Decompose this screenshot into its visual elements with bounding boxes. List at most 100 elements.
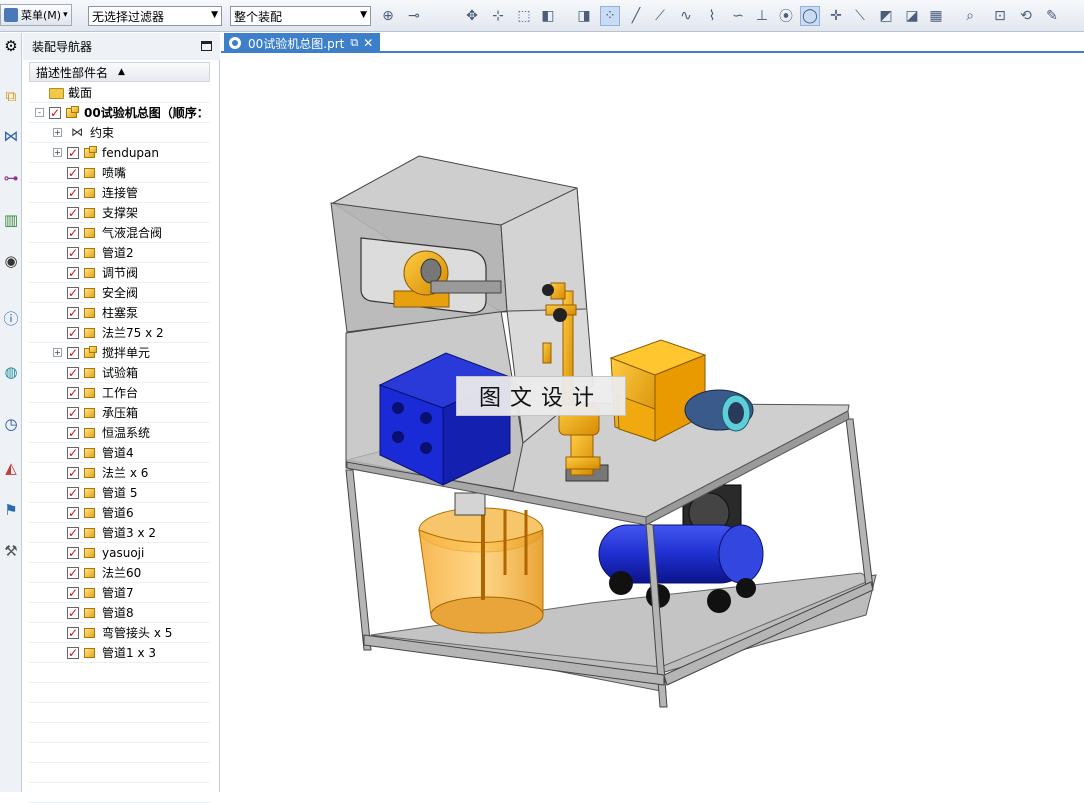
- tree-row[interactable]: ✓ 承压箱: [29, 403, 210, 423]
- web-browser-icon[interactable]: ◍: [0, 359, 22, 385]
- visibility-checkbox[interactable]: ✓: [49, 107, 61, 119]
- visibility-checkbox[interactable]: ✓: [67, 227, 79, 239]
- face-icon[interactable]: ◪: [902, 6, 922, 26]
- tree-row[interactable]: ✓ 管道 5: [29, 483, 210, 503]
- tree-row[interactable]: - ✓ 00试验机总图（顺序：: [29, 103, 210, 123]
- collapse-icon[interactable]: -: [35, 108, 44, 117]
- tree-row[interactable]: ✓ 管道6: [29, 503, 210, 523]
- tree-row[interactable]: ✓ 法兰75 x 2: [29, 323, 210, 343]
- tree-row[interactable]: ✓ 安全阀: [29, 283, 210, 303]
- tree-row[interactable]: + ⋈ 约束: [29, 123, 210, 143]
- visibility-checkbox[interactable]: ✓: [67, 327, 79, 339]
- snap-points-icon[interactable]: ⁘: [600, 6, 620, 26]
- selection-filter-dropdown[interactable]: 无选择过滤器 ▼: [88, 6, 222, 26]
- visibility-checkbox[interactable]: ✓: [67, 567, 79, 579]
- tree-row[interactable]: ✓ yasuoji: [29, 543, 210, 563]
- visibility-checkbox[interactable]: ✓: [67, 287, 79, 299]
- constraint-navigator-icon[interactable]: ⋈: [0, 123, 22, 149]
- visibility-checkbox[interactable]: ✓: [67, 627, 79, 639]
- visibility-checkbox[interactable]: ✓: [67, 507, 79, 519]
- tree-row[interactable]: ✓ 弯管接头 x 5: [29, 623, 210, 643]
- line-angle-icon[interactable]: ⟋: [650, 6, 670, 26]
- tree-row[interactable]: + ✓ fendupan: [29, 143, 210, 163]
- line-icon[interactable]: ╱: [626, 6, 646, 26]
- tree-row[interactable]: ✓ 工作台: [29, 383, 210, 403]
- maximize-icon[interactable]: [201, 41, 212, 51]
- close-icon[interactable]: ✕: [363, 36, 373, 50]
- tree-row[interactable]: ✓ 支撑架: [29, 203, 210, 223]
- part-navigator-icon[interactable]: ⊶: [0, 165, 22, 191]
- pan-icon[interactable]: ✎: [1042, 6, 1062, 26]
- tree-row[interactable]: ✓ 管道8: [29, 603, 210, 623]
- surface-icon[interactable]: ◩: [876, 6, 896, 26]
- visibility-checkbox[interactable]: ✓: [67, 207, 79, 219]
- document-tab[interactable]: 00试验机总图.prt ⧉ ✕: [224, 33, 380, 53]
- view-manager-icon[interactable]: ◉: [0, 248, 22, 274]
- tree-row[interactable]: ✓ 管道2: [29, 243, 210, 263]
- visibility-checkbox[interactable]: ✓: [67, 147, 79, 159]
- rotate-icon[interactable]: ⟲: [1016, 6, 1036, 26]
- snap-icon[interactable]: ⊹: [488, 6, 508, 26]
- tree-row[interactable]: ✓ 恒温系统: [29, 423, 210, 443]
- menu-button[interactable]: 菜单(M) ▾: [0, 4, 72, 26]
- move-icon[interactable]: ✥: [462, 6, 482, 26]
- visibility-checkbox[interactable]: ✓: [67, 407, 79, 419]
- visibility-checkbox[interactable]: ✓: [67, 467, 79, 479]
- spline-icon[interactable]: ⌇: [702, 6, 722, 26]
- tree-row[interactable]: ✓ 连接管: [29, 183, 210, 203]
- tree-row[interactable]: ✓ 法兰 x 6: [29, 463, 210, 483]
- tree-row[interactable]: + ✓ 搅拌单元: [29, 343, 210, 363]
- constraint-icon[interactable]: ⊸: [404, 6, 424, 26]
- visibility-checkbox[interactable]: ✓: [67, 307, 79, 319]
- tree-row[interactable]: ✓ 柱塞泵: [29, 303, 210, 323]
- gear-icon[interactable]: ⚙: [0, 33, 22, 59]
- pin-icon[interactable]: ⧉: [350, 36, 358, 50]
- visibility-checkbox[interactable]: ✓: [67, 427, 79, 439]
- tree-row[interactable]: ✓ 管道7: [29, 583, 210, 603]
- visibility-checkbox[interactable]: ✓: [67, 647, 79, 659]
- tree-row[interactable]: ✓ 法兰60: [29, 563, 210, 583]
- tree-row[interactable]: ✓ 管道4: [29, 443, 210, 463]
- grid-icon[interactable]: ▦: [926, 6, 946, 26]
- perpendicular-icon[interactable]: ⊥: [752, 6, 772, 26]
- curve-icon[interactable]: ∿: [676, 6, 696, 26]
- history-clock-icon[interactable]: ◷: [0, 411, 22, 437]
- expand-icon[interactable]: +: [53, 148, 62, 157]
- info-icon[interactable]: ⓘ: [0, 305, 22, 331]
- visibility-checkbox[interactable]: ✓: [67, 607, 79, 619]
- visibility-checkbox[interactable]: ✓: [67, 387, 79, 399]
- assembly-navigator-icon[interactable]: ⧉: [0, 83, 22, 109]
- visibility-checkbox[interactable]: ✓: [67, 267, 79, 279]
- expand-icon[interactable]: +: [53, 128, 62, 137]
- visibility-checkbox[interactable]: ✓: [67, 487, 79, 499]
- visibility-checkbox[interactable]: ✓: [67, 247, 79, 259]
- process-studio-icon[interactable]: ⚑: [0, 497, 22, 523]
- expand-icon[interactable]: +: [53, 348, 62, 357]
- tree-row[interactable]: 截面: [29, 83, 210, 103]
- visibility-checkbox[interactable]: ✓: [67, 447, 79, 459]
- tree-row[interactable]: ✓ 试验箱: [29, 363, 210, 383]
- reuse-library-icon[interactable]: ▥: [0, 207, 22, 233]
- visibility-checkbox[interactable]: ✓: [67, 547, 79, 559]
- tree-row[interactable]: ✓ 喷嘴: [29, 163, 210, 183]
- circle-center-icon[interactable]: ◯: [800, 6, 820, 26]
- visibility-checkbox[interactable]: ✓: [67, 347, 79, 359]
- roles-icon[interactable]: ⚒: [0, 538, 22, 564]
- assembly-icon[interactable]: ⊕: [378, 6, 398, 26]
- point-icon[interactable]: ⦿: [776, 6, 796, 26]
- tree-row[interactable]: ✓ 气液混合阀: [29, 223, 210, 243]
- tangent-icon[interactable]: ⟍: [850, 6, 870, 26]
- shaded-cube-icon[interactable]: ◨: [574, 6, 594, 26]
- visibility-checkbox[interactable]: ✓: [67, 587, 79, 599]
- cross-icon[interactable]: ✛: [826, 6, 846, 26]
- system-materials-icon[interactable]: ◭: [0, 455, 22, 481]
- visibility-checkbox[interactable]: ✓: [67, 167, 79, 179]
- column-header-name[interactable]: 描述性部件名 ▲: [29, 62, 210, 82]
- visibility-checkbox[interactable]: ✓: [67, 187, 79, 199]
- visibility-checkbox[interactable]: ✓: [67, 527, 79, 539]
- tree-row[interactable]: ✓ 管道1 x 3: [29, 643, 210, 663]
- select-box-icon[interactable]: ⬚: [514, 6, 534, 26]
- graphics-viewport[interactable]: 图文设计: [221, 55, 1084, 792]
- selection-scope-dropdown[interactable]: 整个装配 ▼: [230, 6, 371, 26]
- tree-row[interactable]: ✓ 管道3 x 2: [29, 523, 210, 543]
